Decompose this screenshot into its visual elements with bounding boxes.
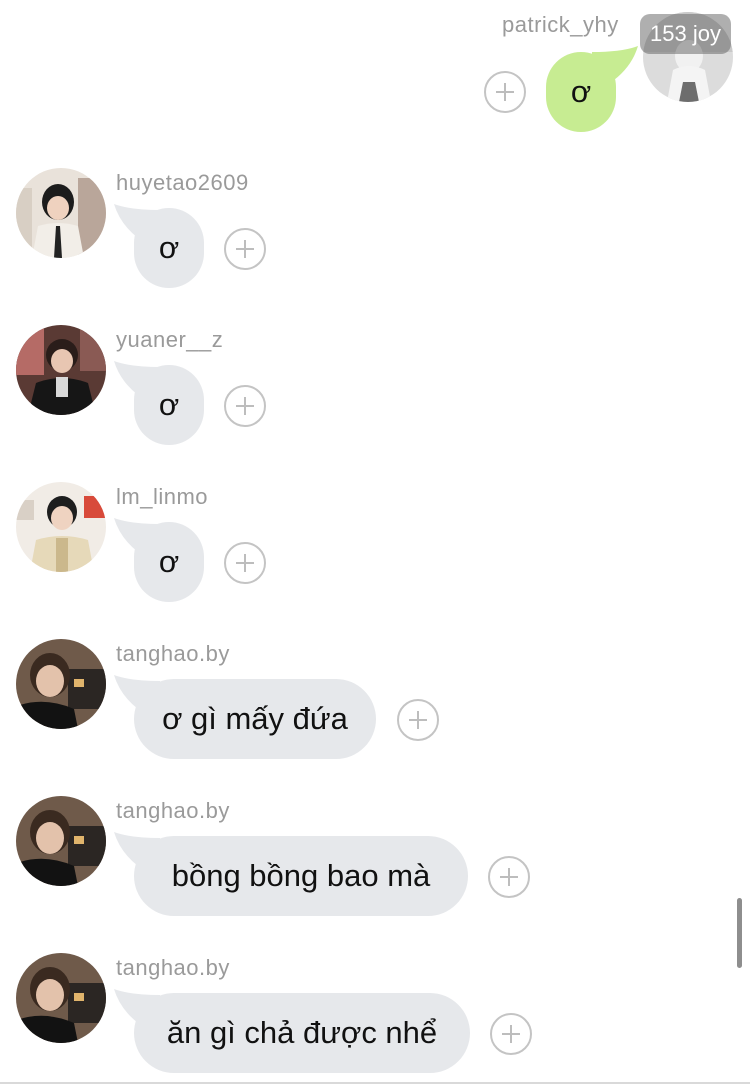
bubble-tail [114,989,160,1023]
bubble-tail [114,832,160,866]
add-reaction-button[interactable] [224,542,266,584]
plus-icon [502,1025,520,1043]
avatar[interactable] [16,168,106,258]
avatar[interactable] [16,796,106,886]
divider [0,1082,750,1084]
avatar[interactable] [16,953,106,1043]
avatar[interactable] [16,325,106,415]
message-text: ơ [158,544,180,579]
scrollbar[interactable] [737,898,742,968]
avatar-photo [16,482,106,572]
message-text: bồng bồng bao mà [171,858,431,893]
message-text: ơ [570,74,592,109]
plus-icon [236,554,254,572]
add-reaction-button[interactable] [488,856,530,898]
message-bubble[interactable]: ơ [114,518,204,602]
add-reaction-button[interactable] [397,699,439,741]
message-username: tanghao.by [116,955,230,980]
message-text: ăn gì chả được nhể [166,1015,438,1050]
message-username: tanghao.by [116,798,230,823]
avatar-photo [16,953,106,1043]
avatar-photo [16,168,106,258]
message-username: lm_linmo [116,484,209,509]
bubble-tail [114,361,160,395]
message-bubble[interactable]: ăn gì chả được nhể [114,989,470,1073]
plus-icon [500,868,518,886]
add-reaction-button[interactable] [224,385,266,427]
avatar[interactable] [16,482,106,572]
bubble-tail [114,518,160,552]
plus-icon [409,711,427,729]
bubble-tail [114,675,160,709]
plus-icon [236,397,254,415]
message-text: ơ [158,387,180,422]
avatar-photo [16,325,106,415]
message-username: huyetao2609 [116,170,249,195]
avatar[interactable] [16,639,106,729]
plus-icon [496,83,514,101]
bubble-tail [114,204,160,238]
message-text: ơ gì mấy đứa [162,701,348,736]
chat-thread[interactable]: patrick_yhy 153 joy ơ huyetao2609 ơ yuan… [0,0,750,1087]
message-bubble[interactable]: ơ [546,46,638,132]
message-text: ơ [158,230,180,265]
message-bubble[interactable]: ơ gì mấy đứa [114,675,376,759]
plus-icon [236,240,254,258]
avatar-photo [16,639,106,729]
avatar-photo [16,796,106,886]
add-reaction-button[interactable] [490,1013,532,1055]
viewer-count-badge: 153 joy [640,14,731,54]
message-username: tanghao.by [116,641,230,666]
message-username: patrick_yhy [502,12,619,37]
message-username: yuaner__z [116,327,224,352]
bubble-tail [592,46,638,80]
add-reaction-button[interactable] [484,71,526,113]
message-bubble[interactable]: bồng bồng bao mà [114,832,468,916]
message-bubble[interactable]: ơ [114,204,204,288]
message-bubble[interactable]: ơ [114,361,204,445]
add-reaction-button[interactable] [224,228,266,270]
